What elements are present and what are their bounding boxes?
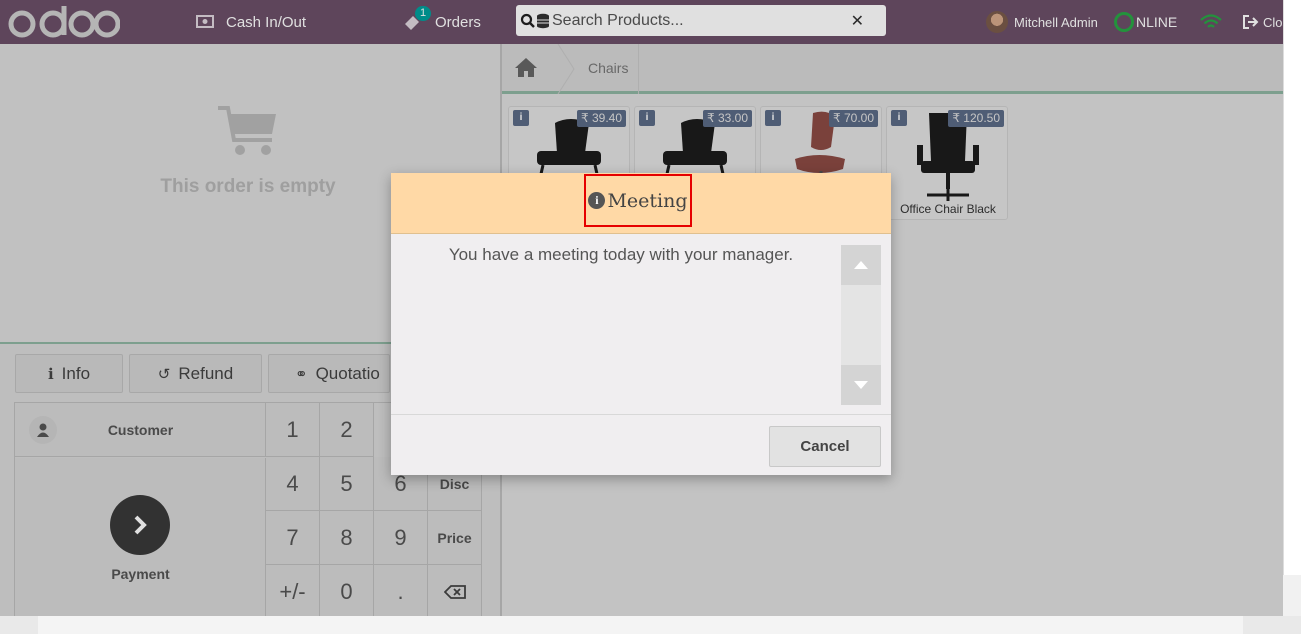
scroll-up-button[interactable] bbox=[841, 245, 881, 285]
scroll-down-button[interactable] bbox=[841, 365, 881, 405]
vertical-scrollbar-thumb[interactable] bbox=[1283, 0, 1301, 575]
info-circle-icon: i bbox=[588, 192, 606, 209]
caret-up-icon bbox=[854, 261, 868, 269]
popup-title-text: Meeting bbox=[607, 189, 688, 212]
popup-body: You have a meeting today with your manag… bbox=[391, 235, 891, 415]
popup-scrollbar[interactable] bbox=[841, 245, 881, 405]
popup-message: You have a meeting today with your manag… bbox=[448, 245, 794, 264]
cancel-button[interactable]: Cancel bbox=[769, 426, 881, 467]
popup-title: i Meeting bbox=[584, 174, 692, 227]
horizontal-scrollbar-thumb[interactable] bbox=[38, 616, 1243, 634]
caret-down-icon bbox=[854, 381, 868, 389]
meeting-popup: i Meeting You have a meeting today with … bbox=[391, 173, 891, 475]
popup-header: i Meeting bbox=[391, 173, 891, 234]
